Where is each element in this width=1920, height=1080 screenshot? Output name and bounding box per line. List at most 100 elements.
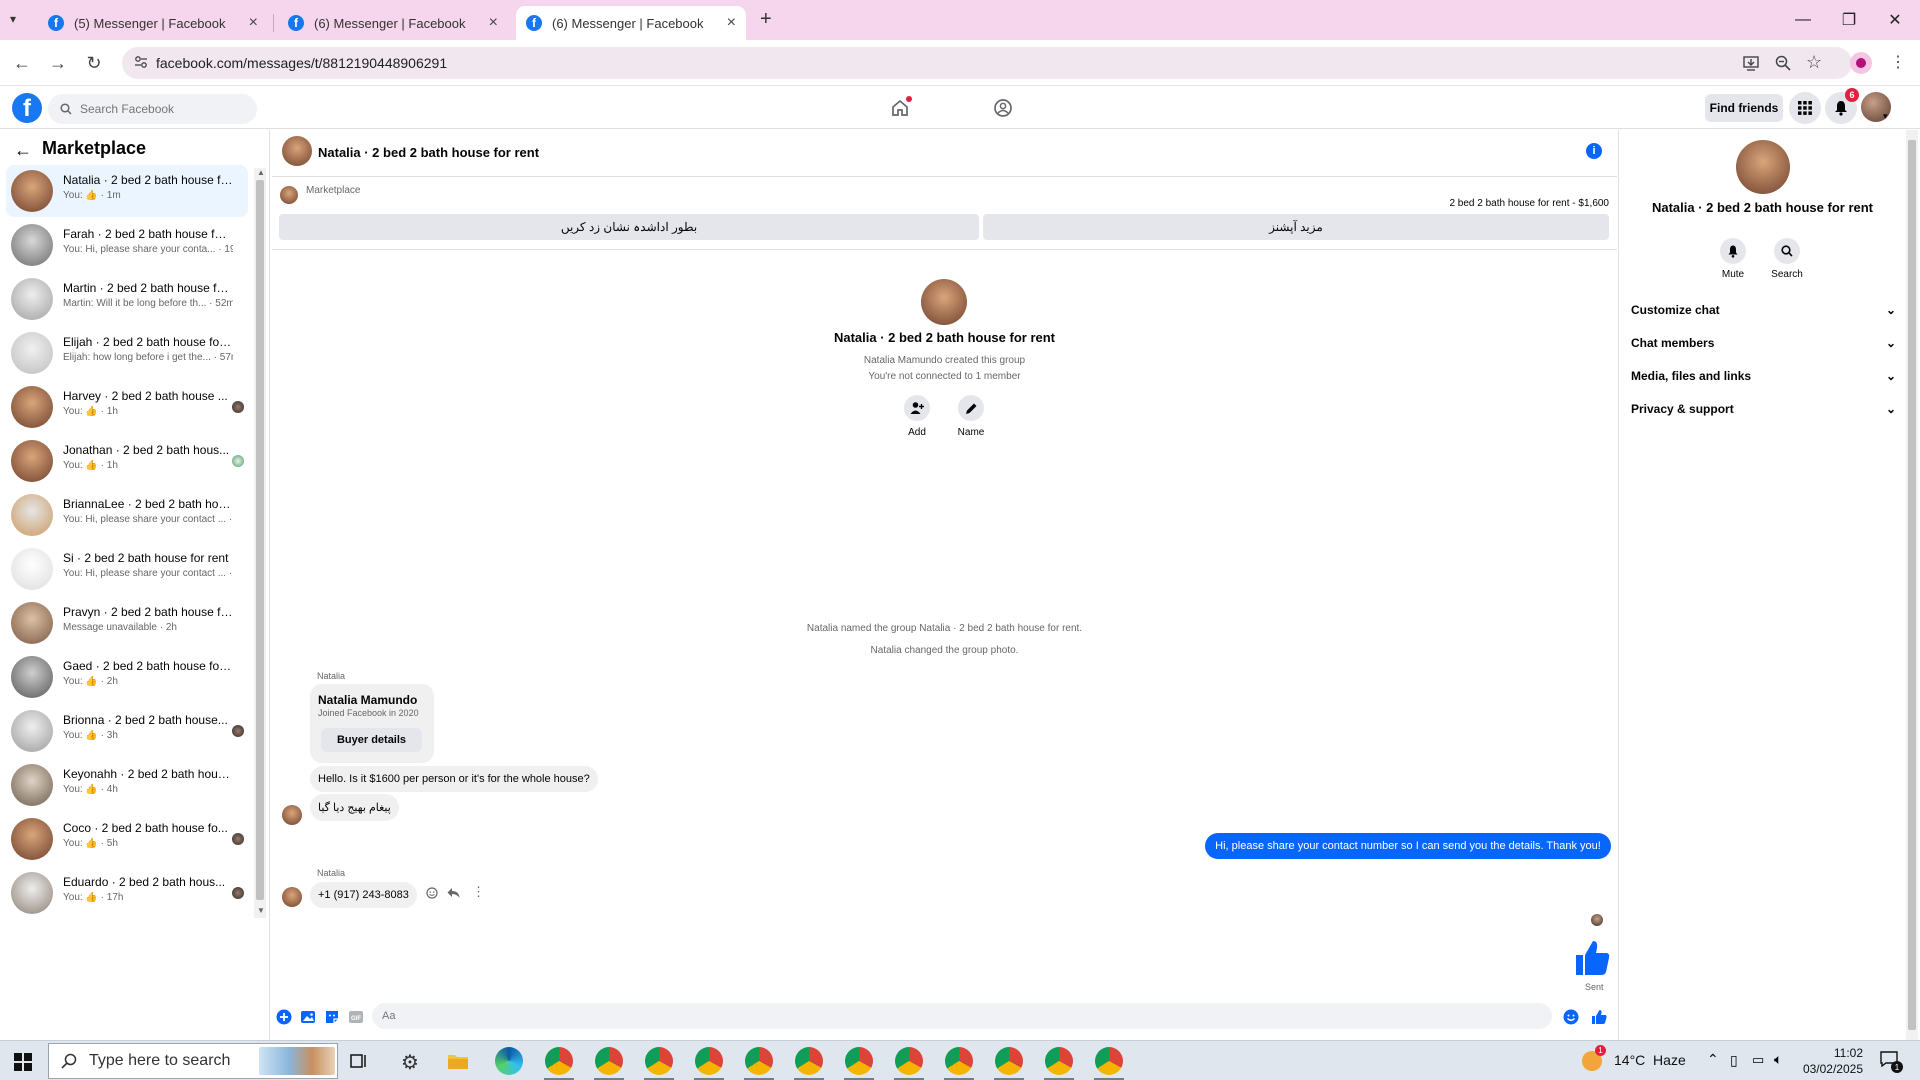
back-arrow-icon[interactable]: ←	[14, 140, 32, 161]
sender-avatar[interactable]	[282, 887, 302, 907]
profile-avatar-icon[interactable]	[1850, 52, 1872, 74]
groups-icon[interactable]	[993, 98, 1013, 118]
chrome-icon[interactable]	[895, 1047, 923, 1075]
sticker-icon[interactable]	[324, 1009, 340, 1025]
scroll-up-arrow-icon[interactable]: ▲	[257, 168, 265, 177]
bookmark-star-icon[interactable]: ☆	[1806, 52, 1822, 73]
minimize-icon[interactable]: —	[1780, 8, 1826, 32]
close-window-icon[interactable]: ✕	[1872, 8, 1918, 32]
chrome-icon[interactable]	[845, 1047, 873, 1075]
buyer-details-button[interactable]: Buyer details	[321, 728, 422, 752]
thumbs-up-sticker-icon[interactable]	[1572, 938, 1612, 978]
react-emoji-icon[interactable]	[426, 887, 438, 899]
mute-button[interactable]: Mute	[1708, 238, 1758, 280]
customize-chat-row[interactable]: Customize chat ⌄	[1631, 299, 1896, 321]
chat-title[interactable]: Natalia · 2 bed 2 bath house for rent	[318, 145, 539, 160]
close-tab-icon[interactable]: ×	[249, 14, 258, 32]
forward-arrow-icon[interactable]: →	[46, 51, 70, 75]
browser-tab-1[interactable]: f (5) Messenger | Facebook ×	[38, 6, 268, 40]
chrome-icon[interactable]	[595, 1047, 623, 1075]
sender-avatar[interactable]	[282, 805, 302, 825]
tab-search-chevron-icon[interactable]: ▾	[10, 12, 16, 26]
chrome-icon[interactable]	[695, 1047, 723, 1075]
file-explorer-icon[interactable]	[447, 1052, 469, 1070]
conversation-item[interactable]: Coco · 2 bed 2 bath house fo... You: 👍 · …	[6, 813, 248, 865]
search-in-chat-button[interactable]: Search	[1762, 238, 1812, 280]
account-chevron-icon[interactable]: ▾	[1883, 111, 1888, 122]
site-info-icon[interactable]	[134, 55, 148, 69]
sidebar-scrollbar-thumb[interactable]	[256, 180, 264, 900]
message-input[interactable]	[372, 1003, 1552, 1029]
conversation-item[interactable]: BriannaLee · 2 bed 2 bath hous... You: Hi…	[6, 489, 248, 541]
browser-menu-icon[interactable]: ⋮	[1890, 52, 1906, 72]
more-actions-plus-icon[interactable]	[276, 1009, 292, 1025]
chrome-icon[interactable]	[1045, 1047, 1073, 1075]
conversation-item[interactable]: Brionna · 2 bed 2 bath house... You: 👍 · …	[6, 705, 248, 757]
conversation-item[interactable]: Martin · 2 bed 2 bath house for... Martin…	[6, 273, 248, 325]
facebook-logo-icon[interactable]: f	[12, 93, 42, 123]
windows-start-icon[interactable]	[14, 1053, 32, 1071]
name-group-button[interactable]: Name	[941, 395, 1001, 438]
chrome-icon[interactable]	[645, 1047, 673, 1075]
conversation-item[interactable]: Pravyn · 2 bed 2 bath house for... Messag…	[6, 597, 248, 649]
conversation-item[interactable]: Elijah · 2 bed 2 bath house for r... Elij…	[6, 327, 248, 379]
show-hidden-icons-chevron-icon[interactable]: ⌃	[1707, 1051, 1719, 1068]
scroll-down-arrow-icon[interactable]: ▼	[257, 906, 265, 915]
message-bubble-phone[interactable]: +1 (917) 243-8083	[310, 882, 417, 908]
listing-thumbnail[interactable]	[280, 186, 298, 204]
conversation-item[interactable]: Keyonahh · 2 bed 2 bath house... You: 👍 ·…	[6, 759, 248, 811]
mark-as-sold-button[interactable]: بطور اداشدہ نشان زد کریں	[279, 214, 979, 240]
conversation-item[interactable]: Jonathan · 2 bed 2 bath hous... You: 👍 · …	[6, 435, 248, 487]
edge-browser-icon[interactable]	[495, 1047, 523, 1075]
add-member-button[interactable]: Add	[887, 395, 947, 438]
menu-grid-icon[interactable]	[1789, 92, 1821, 124]
media-files-links-row[interactable]: Media, files and links ⌄	[1631, 365, 1896, 387]
gif-icon[interactable]: GIF	[348, 1009, 364, 1025]
chat-avatar[interactable]	[282, 136, 312, 166]
zoom-icon[interactable]	[1774, 54, 1792, 72]
listing-price[interactable]: 2 bed 2 bath house for rent - $1,600	[1449, 198, 1609, 209]
conversation-item[interactable]: Si · 2 bed 2 bath house for rent You: Hi,…	[6, 543, 248, 595]
attach-photo-icon[interactable]	[300, 1009, 316, 1025]
chrome-icon[interactable]	[545, 1047, 573, 1075]
taskbar-search-box[interactable]: Type here to search	[48, 1043, 338, 1079]
settings-gear-icon[interactable]: ⚙	[401, 1050, 419, 1075]
chat-members-row[interactable]: Chat members ⌄	[1631, 332, 1896, 354]
facebook-search-box[interactable]	[48, 94, 257, 124]
find-friends-button[interactable]: Find friends	[1705, 94, 1783, 122]
reply-icon[interactable]	[447, 887, 460, 899]
close-tab-icon[interactable]: ×	[489, 14, 498, 32]
send-like-icon[interactable]	[1591, 1009, 1607, 1025]
conversation-item[interactable]: Natalia · 2 bed 2 bath house fo... You: 👍…	[6, 165, 248, 217]
my-message-bubble[interactable]: Hi, please share your contact number so …	[1205, 833, 1611, 859]
conversation-item[interactable]: Eduardo · 2 bed 2 bath hous... You: 👍 · 1…	[6, 867, 248, 919]
chrome-icon[interactable]	[745, 1047, 773, 1075]
home-icon[interactable]	[890, 96, 912, 118]
battery-icon[interactable]: ▭	[1752, 1052, 1764, 1068]
task-view-icon[interactable]	[350, 1052, 368, 1070]
close-tab-icon[interactable]: ×	[727, 14, 736, 32]
address-bar[interactable]: facebook.com/messages/t/8812190448906291…	[122, 47, 1852, 79]
page-scrollbar-thumb[interactable]	[1908, 140, 1916, 1030]
restore-icon[interactable]: ❐	[1826, 8, 1872, 32]
conversation-item[interactable]: Harvey · 2 bed 2 bath house ... You: 👍 · …	[6, 381, 248, 433]
privacy-support-row[interactable]: Privacy & support ⌄	[1631, 398, 1896, 420]
chat-info-icon[interactable]: i	[1586, 143, 1602, 159]
browser-tab-3-active[interactable]: f (6) Messenger | Facebook ×	[516, 6, 746, 40]
back-arrow-icon[interactable]: ←	[10, 51, 34, 75]
notifications-bell-icon[interactable]: 6	[1825, 88, 1859, 124]
more-options-button[interactable]: مزید آپشنز	[983, 214, 1609, 240]
browser-tab-2[interactable]: f (6) Messenger | Facebook ×	[278, 6, 508, 40]
chrome-icon[interactable]	[945, 1047, 973, 1075]
chrome-icon[interactable]	[1095, 1047, 1123, 1075]
info-panel-avatar[interactable]	[1736, 140, 1790, 194]
weather-text[interactable]: 14°C Haze	[1614, 1052, 1686, 1068]
emoji-icon[interactable]	[1563, 1009, 1579, 1025]
reload-icon[interactable]: ↻	[82, 51, 106, 75]
message-bubble[interactable]: پیغام بھیج دیا گیا	[310, 794, 399, 821]
network-icon[interactable]: ▯	[1730, 1052, 1738, 1069]
more-actions-icon[interactable]: ⋮	[472, 884, 485, 900]
chrome-icon[interactable]	[995, 1047, 1023, 1075]
group-avatar[interactable]	[921, 279, 967, 325]
volume-icon[interactable]: 🔈︎	[1774, 1051, 1782, 1068]
